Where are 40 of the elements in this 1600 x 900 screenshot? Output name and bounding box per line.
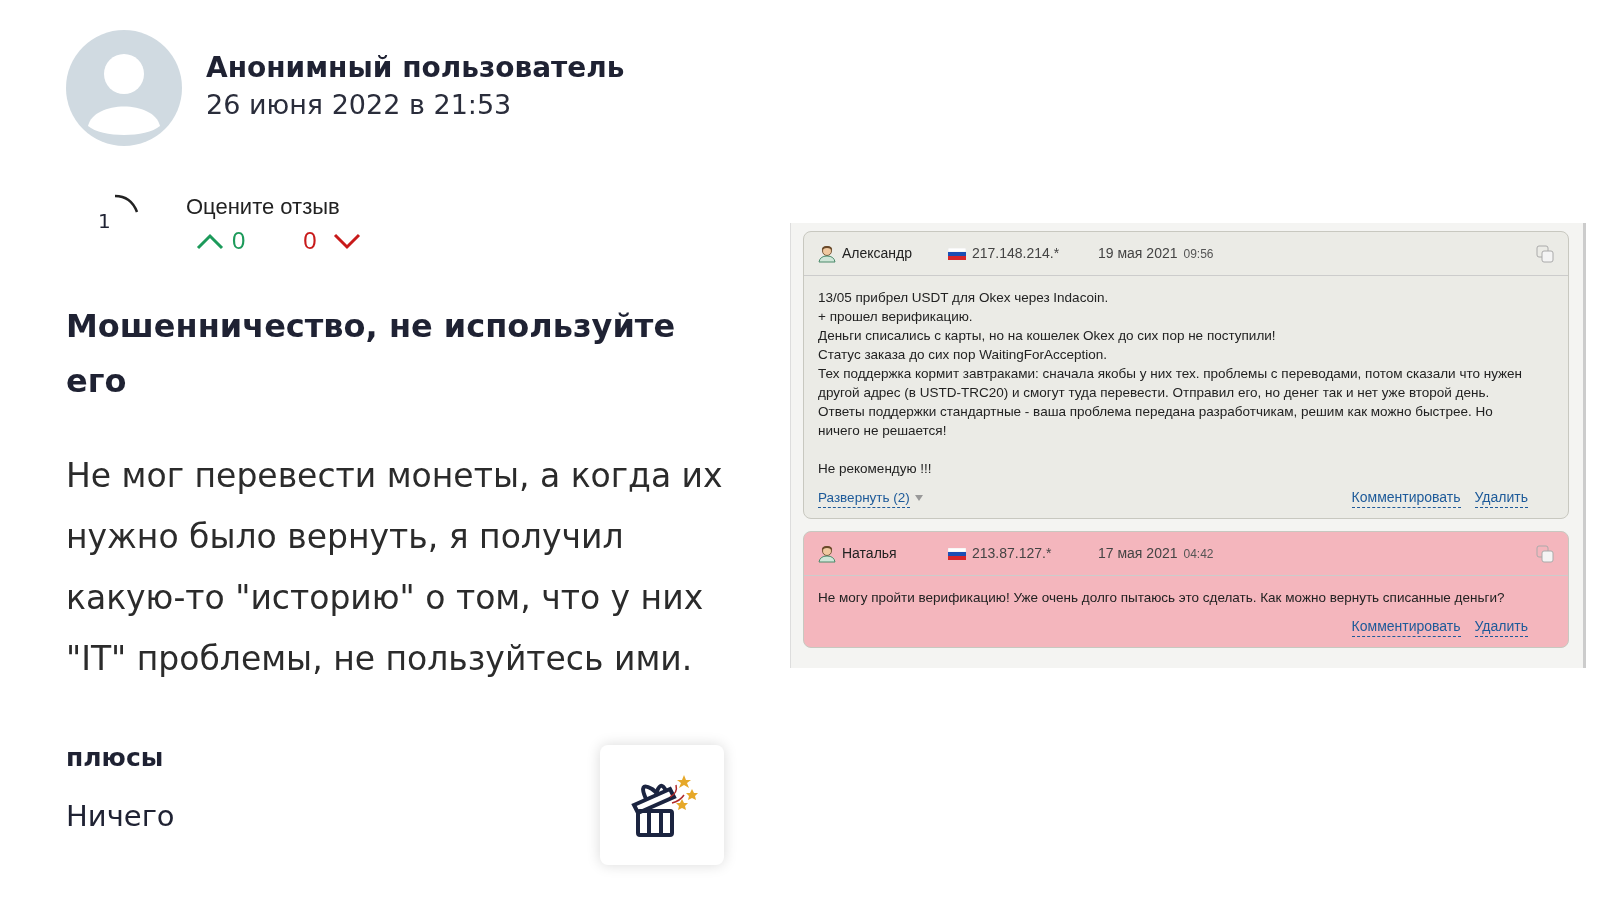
ip-address: 213.87.127.*: [972, 544, 1053, 563]
pros-heading: плюсы: [66, 742, 165, 774]
user-name: Наталья: [842, 544, 898, 563]
flag-icon: [948, 247, 966, 260]
ip-address: 217.148.214.*: [972, 244, 1061, 263]
user-icon: [818, 244, 836, 263]
comment-text: Не могу пройти верификацию! Уже очень долго пытаюсь это сделать. Как можно вернуть списанные деньги?: [818, 589, 1506, 607]
delete-link[interactable]: Удалить: [1474, 488, 1528, 508]
downvote-icon[interactable]: [332, 232, 361, 250]
review-title: Мошенничество, не используйте его: [66, 306, 677, 402]
gift-card[interactable]: [600, 745, 724, 865]
pros-text: Ничего: [66, 797, 175, 835]
review-date: 26 июня 2022 в 21:53: [206, 87, 513, 122]
user-name: Александр: [842, 244, 914, 263]
avatar-icon: [66, 30, 182, 146]
comment-text: Не рекомендую !!!: [818, 460, 933, 478]
downvote-count: 0: [303, 226, 317, 256]
comment-link[interactable]: Комментировать: [1351, 488, 1461, 508]
review-text: Не мог перевести монеты, а когда их нужно было вернуть, я получил какую-то "историю" о том, что у них "IT" проблемы, не пользуйтесь ими.: [66, 455, 724, 680]
comment-time: 04:42: [1183, 545, 1214, 563]
flag-icon: [948, 547, 966, 560]
upvote-count: 0: [232, 226, 246, 256]
comment-date: 17 мая 2021: [1098, 544, 1178, 563]
comment-text: Тех поддержка кормит завтраками: сначала якобы у них тех. проблемы с переводами, потом сказали что нужен другой адрес (в USTD-TRC20) и смогут туда перевести. Отправил его, но денег так и нет уже второй день. Ответы поддержки стандартные - ваша проблема передана разработчикам, решим как можно быстрее. Но ничего не решается!: [818, 365, 1524, 440]
comment-time: 09:56: [1183, 245, 1214, 263]
rate-label: Оцените отзыв: [186, 193, 341, 221]
comment-date: 19 мая 2021: [1098, 244, 1178, 263]
comment-link[interactable]: Комментировать: [1351, 617, 1461, 637]
author-name: Анонимный пользователь: [206, 50, 625, 85]
copy-icon[interactable]: [1536, 544, 1554, 563]
comment-text: + прошел верификацию.: [818, 308, 974, 326]
counter-text: 1: [98, 208, 111, 235]
comment-text: Деньги списались с карты, но на кошелек Okex до сих пор не поступили!: [818, 327, 1277, 345]
upvote-icon[interactable]: [196, 232, 224, 250]
comment-text: 13/05 прибрел USDT для Okex через Indacoin.: [818, 289, 1110, 307]
user-icon: [818, 544, 836, 563]
delete-link[interactable]: Удалить: [1474, 617, 1528, 637]
caret-icon[interactable]: [913, 494, 924, 502]
comment-text: Статус заказа до сих пор WaitingForAcception.: [818, 346, 1108, 364]
expand-link[interactable]: Развернуть (2): [818, 488, 910, 508]
